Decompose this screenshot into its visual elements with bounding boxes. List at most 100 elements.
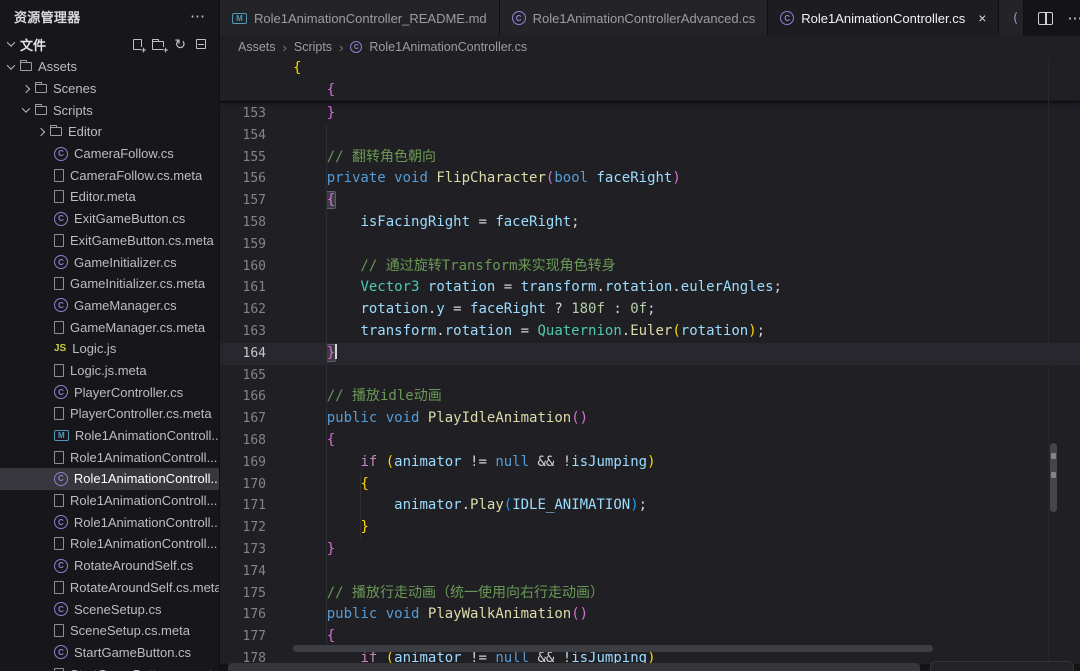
line-number[interactable]: 156 [220, 168, 266, 190]
code-line[interactable]: 156 private void FlipCharacter(bool face… [220, 168, 1080, 190]
files-section-header[interactable]: 文件 ↻ [0, 32, 220, 56]
line-number[interactable]: 163 [220, 321, 266, 343]
vertical-scrollbar[interactable] [1050, 443, 1057, 512]
code-line[interactable]: 157 { [220, 190, 1080, 212]
close-icon[interactable]: × [978, 10, 986, 26]
tree-item[interactable]: CameraFollow.cs [0, 143, 220, 165]
line-number[interactable]: 166 [220, 386, 266, 408]
code-line[interactable]: { [220, 80, 1080, 102]
tree-item[interactable]: Assets [0, 56, 220, 78]
code-line[interactable]: 159 [220, 234, 1080, 256]
line-number[interactable]: 162 [220, 299, 266, 321]
tree-item[interactable]: JSLogic.js [0, 338, 220, 360]
tree-item[interactable]: PlayerController.cs.meta [0, 403, 220, 425]
editor-pane[interactable]: Assets›Scripts›Role1AnimationController.… [220, 36, 1080, 664]
tree-item[interactable]: RotateAroundSelf.cs [0, 555, 220, 577]
tree-item[interactable]: Role1AnimationControll... [0, 511, 220, 533]
line-number[interactable]: 170 [220, 474, 266, 496]
code-line[interactable]: 176 public void PlayWalkAnimation() [220, 604, 1080, 626]
code-line[interactable]: 175 // 播放行走动画（统一使用向右行走动画） [220, 583, 1080, 605]
code-line[interactable]: 155 // 翻转角色朝向 [220, 147, 1080, 169]
tree-item[interactable]: StartGameButton.cs.meta [0, 663, 220, 671]
tab[interactable]: Role1AnimationController_README.md [220, 0, 500, 36]
more-actions-icon[interactable]: ⋯ [1067, 9, 1080, 27]
tree-item[interactable]: GameInitializer.cs [0, 251, 220, 273]
tree-item[interactable]: Scenes [0, 78, 220, 100]
line-number[interactable]: 177 [220, 626, 266, 648]
line-number[interactable]: 153 [220, 103, 266, 125]
tab[interactable]: Role1AnimationControllerAdvanced.cs [500, 0, 769, 36]
breadcrumb-item[interactable]: Scripts [294, 40, 332, 54]
code-line[interactable]: 160 // 通过旋转Transform来实现角色转身 [220, 256, 1080, 278]
tree-item-selected[interactable]: Role1AnimationControll... [0, 468, 220, 490]
line-number[interactable]: 168 [220, 430, 266, 452]
tree-item[interactable]: ExitGameButton.cs.meta [0, 230, 220, 252]
code-line[interactable]: { [220, 58, 1080, 80]
line-number[interactable]: 158 [220, 212, 266, 234]
tree-item[interactable]: Role1AnimationControll... [0, 425, 220, 447]
code-line[interactable]: 163 transform.rotation = Quaternion.Eule… [220, 321, 1080, 343]
breadcrumb-item[interactable]: Assets [238, 40, 276, 54]
line-number[interactable]: 154 [220, 125, 266, 147]
new-file-icon[interactable] [133, 39, 142, 50]
code-line[interactable]: 173 } [220, 539, 1080, 561]
code-line[interactable]: 168 { [220, 430, 1080, 452]
tab-active[interactable]: Role1AnimationController.cs× [768, 0, 999, 36]
tree-item[interactable]: Role1AnimationControll... [0, 446, 220, 468]
code-line[interactable]: 161 Vector3 rotation = transform.rotatio… [220, 277, 1080, 299]
breadcrumb-file[interactable]: Role1AnimationController.cs [369, 40, 527, 54]
tree-item[interactable]: Logic.js.meta [0, 360, 220, 382]
line-number[interactable]: 155 [220, 147, 266, 169]
tree-item[interactable]: CameraFollow.cs.meta [0, 164, 220, 186]
line-number[interactable] [220, 80, 266, 102]
tree-item[interactable]: Role1AnimationControll... [0, 533, 220, 555]
code-line[interactable]: 153 } [220, 103, 1080, 125]
tree-item[interactable]: Editor.meta [0, 186, 220, 208]
code-line[interactable]: 169 if (animator != null && !isJumping) [220, 452, 1080, 474]
line-number[interactable]: 175 [220, 583, 266, 605]
tree-item[interactable]: GameInitializer.cs.meta [0, 273, 220, 295]
tree-item[interactable]: PlayerController.cs [0, 381, 220, 403]
refresh-icon[interactable]: ↻ [174, 38, 186, 50]
editor-code[interactable]: 153 }154155 // 翻转角色朝向156 private void Fl… [220, 103, 1080, 664]
line-number[interactable]: 160 [220, 256, 266, 278]
line-number[interactable]: 164 [220, 343, 266, 365]
code-line[interactable]: 174 [220, 561, 1080, 583]
split-editor-icon[interactable] [1038, 12, 1053, 25]
tree-item[interactable]: SceneSetup.cs [0, 598, 220, 620]
code-line[interactable]: 158 isFacingRight = faceRight; [220, 212, 1080, 234]
tree-item[interactable]: StartGameButton.cs [0, 642, 220, 664]
line-number[interactable] [220, 58, 266, 80]
line-number[interactable]: 165 [220, 365, 266, 387]
line-number[interactable]: 178 [220, 648, 266, 664]
tree-item[interactable]: SceneSetup.cs.meta [0, 620, 220, 642]
collapse-all-icon[interactable] [196, 39, 206, 49]
tree-item[interactable]: ExitGameButton.cs [0, 208, 220, 230]
line-number[interactable]: 176 [220, 604, 266, 626]
line-number[interactable]: 159 [220, 234, 266, 256]
line-number[interactable]: 171 [220, 495, 266, 517]
tab[interactable]: ( [999, 0, 1024, 36]
tree-item[interactable]: RotateAroundSelf.cs.meta [0, 577, 220, 599]
tree-item[interactable]: Role1AnimationControll... [0, 490, 220, 512]
new-folder-icon[interactable] [152, 41, 164, 50]
code-line[interactable]: 172 } [220, 517, 1080, 539]
tree-item[interactable]: Scripts [0, 99, 220, 121]
line-number[interactable]: 173 [220, 539, 266, 561]
tree-item[interactable]: GameManager.cs.meta [0, 316, 220, 338]
code-line[interactable]: 167 public void PlayIdleAnimation() [220, 408, 1080, 430]
code-line[interactable]: 162 rotation.y = faceRight ? 180f : 0f; [220, 299, 1080, 321]
line-number[interactable]: 161 [220, 277, 266, 299]
explorer-more-actions-icon[interactable]: ⋯ [190, 7, 206, 25]
line-number[interactable]: 169 [220, 452, 266, 474]
code-line[interactable]: 170 { [220, 474, 1080, 496]
tree-item[interactable]: Editor [0, 121, 220, 143]
tree-item[interactable]: GameManager.cs [0, 295, 220, 317]
line-number[interactable]: 157 [220, 190, 266, 212]
line-number[interactable]: 172 [220, 517, 266, 539]
code-line[interactable]: 164 } [220, 343, 1080, 365]
code-line[interactable]: 154 [220, 125, 1080, 147]
line-number[interactable]: 174 [220, 561, 266, 583]
code-line[interactable]: 166 // 播放idle动画 [220, 386, 1080, 408]
horizontal-scrollbar[interactable] [293, 645, 933, 652]
